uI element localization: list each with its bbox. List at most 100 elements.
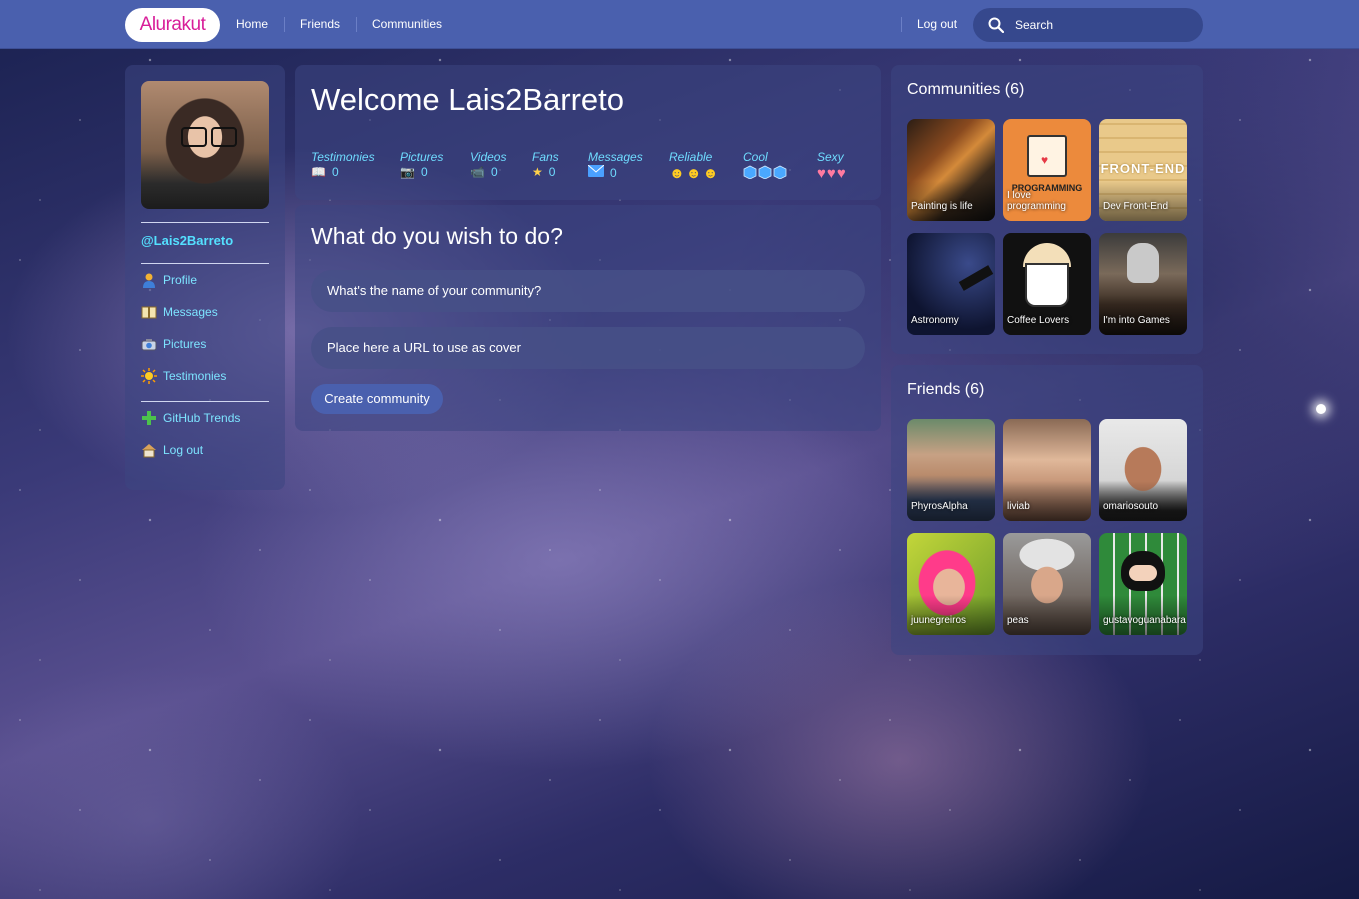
search-icon [988,17,1004,33]
stat-label: Videos [470,150,507,164]
friend-name: omariosouto [1103,501,1159,512]
nav-separator [901,17,902,32]
cover-url-input[interactable]: Place here a URL to use as cover [311,327,865,369]
nav-friends[interactable]: Friends [300,17,340,31]
friend-name: juunegreiros [911,615,967,626]
stat-label: Messages [588,150,643,164]
sidebar-item-messages[interactable]: Messages [141,303,218,321]
profile-username[interactable]: @Lais2Barreto [141,233,233,248]
profile-sidebar: @Lais2Barreto Profile Messages Pictures … [125,65,285,490]
smiley-icon: ☻ [669,165,685,182]
welcome-box: Welcome Lais2Barreto Testimonies 📖 0 Pict… [295,65,881,200]
sidebar-item-label: Messages [163,305,218,319]
cool-rating [743,165,789,179]
sexy-rating: ♥ ♥ ♥ [817,165,846,182]
community-tile[interactable]: ♥ PROGRAMMING I love programming [1003,119,1091,221]
friends-title: Friends (6) [907,381,985,398]
community-name: Painting is life [911,201,973,212]
sidebar-item-label: GitHub Trends [163,411,241,425]
stat-fans[interactable]: Fans ★ 0 [532,150,559,179]
search-placeholder: Search [1015,18,1054,32]
communities-box: Communities (6) Painting is life ♥ PROGR… [891,65,1203,354]
stat-videos[interactable]: Videos 📹 0 [470,150,506,179]
alurakut-logo[interactable]: Alurakut [125,8,220,42]
star-icon: ★ [532,165,543,179]
coffee-cup-icon [1025,263,1069,307]
divider [141,222,269,223]
sidebar-item-logout[interactable]: Log out [141,441,203,459]
sun-icon [141,368,157,384]
heart-icon: ♥ [817,165,826,182]
mail-icon [587,164,605,180]
camera-icon: 📷 [400,165,415,179]
friend-name: PhyrosAlpha [911,501,968,512]
stat-cool[interactable]: Cool [743,150,789,179]
nav-communities[interactable]: Communities [372,17,442,31]
divider [141,401,269,402]
stat-testimonies[interactable]: Testimonies 📖 0 [311,150,375,179]
friend-tile[interactable]: juunegreiros [907,533,995,635]
sidebar-item-testimonies[interactable]: Testimonies [141,367,226,385]
stat-value: 0 [490,165,498,179]
video-icon: 📹 [470,165,485,179]
stat-reliable[interactable]: Reliable ☻ ☻ ☻ [669,150,718,182]
sidebar-item-label: Log out [163,443,204,457]
tile-banner-text: FRONT-END [1100,161,1186,176]
friend-tile[interactable]: PhyrosAlpha [907,419,995,521]
nav-separator [284,17,285,32]
avatar-glasses [181,127,237,147]
stat-value: 0 [610,165,617,180]
community-name-input[interactable]: What's the name of your community? [311,270,865,312]
stat-value: 0 [548,165,556,179]
sidebar-item-pictures[interactable]: Pictures [141,335,206,353]
book-icon: 📖 [311,165,326,179]
friend-tile[interactable]: liviab [1003,419,1091,521]
sidebar-item-label: Profile [163,273,198,287]
camera-icon [141,336,157,352]
community-tile[interactable]: Coffee Lovers [1003,233,1091,335]
smiley-icon: ☻ [702,165,719,182]
home-icon [141,442,157,458]
friend-name: peas [1007,615,1029,626]
friend-name: gustavoguanabara [1103,615,1186,626]
community-tile[interactable]: FRONT-END Dev Front-End [1099,119,1187,221]
community-name: I'm into Games [1103,315,1170,326]
search-input[interactable]: Search [973,8,1203,42]
octocat-face [1129,565,1157,581]
community-name: Astronomy [911,315,959,326]
friend-tile[interactable]: omariosouto [1099,419,1187,521]
friends-box: Friends (6) PhyrosAlpha liviab omariosou… [891,365,1203,655]
create-title: What do you wish to do? [311,223,563,249]
stat-label: Cool [743,150,768,164]
profile-avatar[interactable] [141,81,269,209]
top-bar: Alurakut Home Friends Communities Log ou… [0,0,1359,49]
stat-label: Pictures [400,150,444,164]
community-name: Dev Front-End [1103,201,1169,212]
heart-icon: ♥ [826,165,836,182]
welcome-title: Welcome Lais2Barreto [311,82,625,117]
create-community-button[interactable]: Create community [311,384,443,414]
plus-icon [141,410,157,426]
community-tile[interactable]: I'm into Games [1099,233,1187,335]
stat-sexy[interactable]: Sexy ♥ ♥ ♥ [817,150,846,182]
stat-value: 0 [420,165,428,179]
friend-tile[interactable]: gustavoguanabara [1099,533,1187,635]
community-tile[interactable]: Painting is life [907,119,995,221]
stat-pictures[interactable]: Pictures 📷 0 [400,150,443,179]
stat-label: Sexy [817,150,844,164]
create-community-box: What do you wish to do? What's the name … [295,205,881,431]
sidebar-item-github-trends[interactable]: GitHub Trends [141,409,240,427]
stat-label: Testimonies [311,150,375,164]
community-name: Coffee Lovers [1007,315,1070,326]
community-name: I love programming [1007,190,1066,212]
community-tile[interactable]: Astronomy [907,233,995,335]
friend-tile[interactable]: peas [1003,533,1091,635]
sidebar-item-profile[interactable]: Profile [141,271,197,289]
stat-value: 0 [331,165,339,179]
bright-star [1316,404,1326,414]
logout-link[interactable]: Log out [917,17,957,31]
user-icon [141,272,157,288]
nav-home[interactable]: Home [236,17,268,31]
divider [141,263,269,264]
stat-messages[interactable]: Messages 0 [587,150,643,180]
